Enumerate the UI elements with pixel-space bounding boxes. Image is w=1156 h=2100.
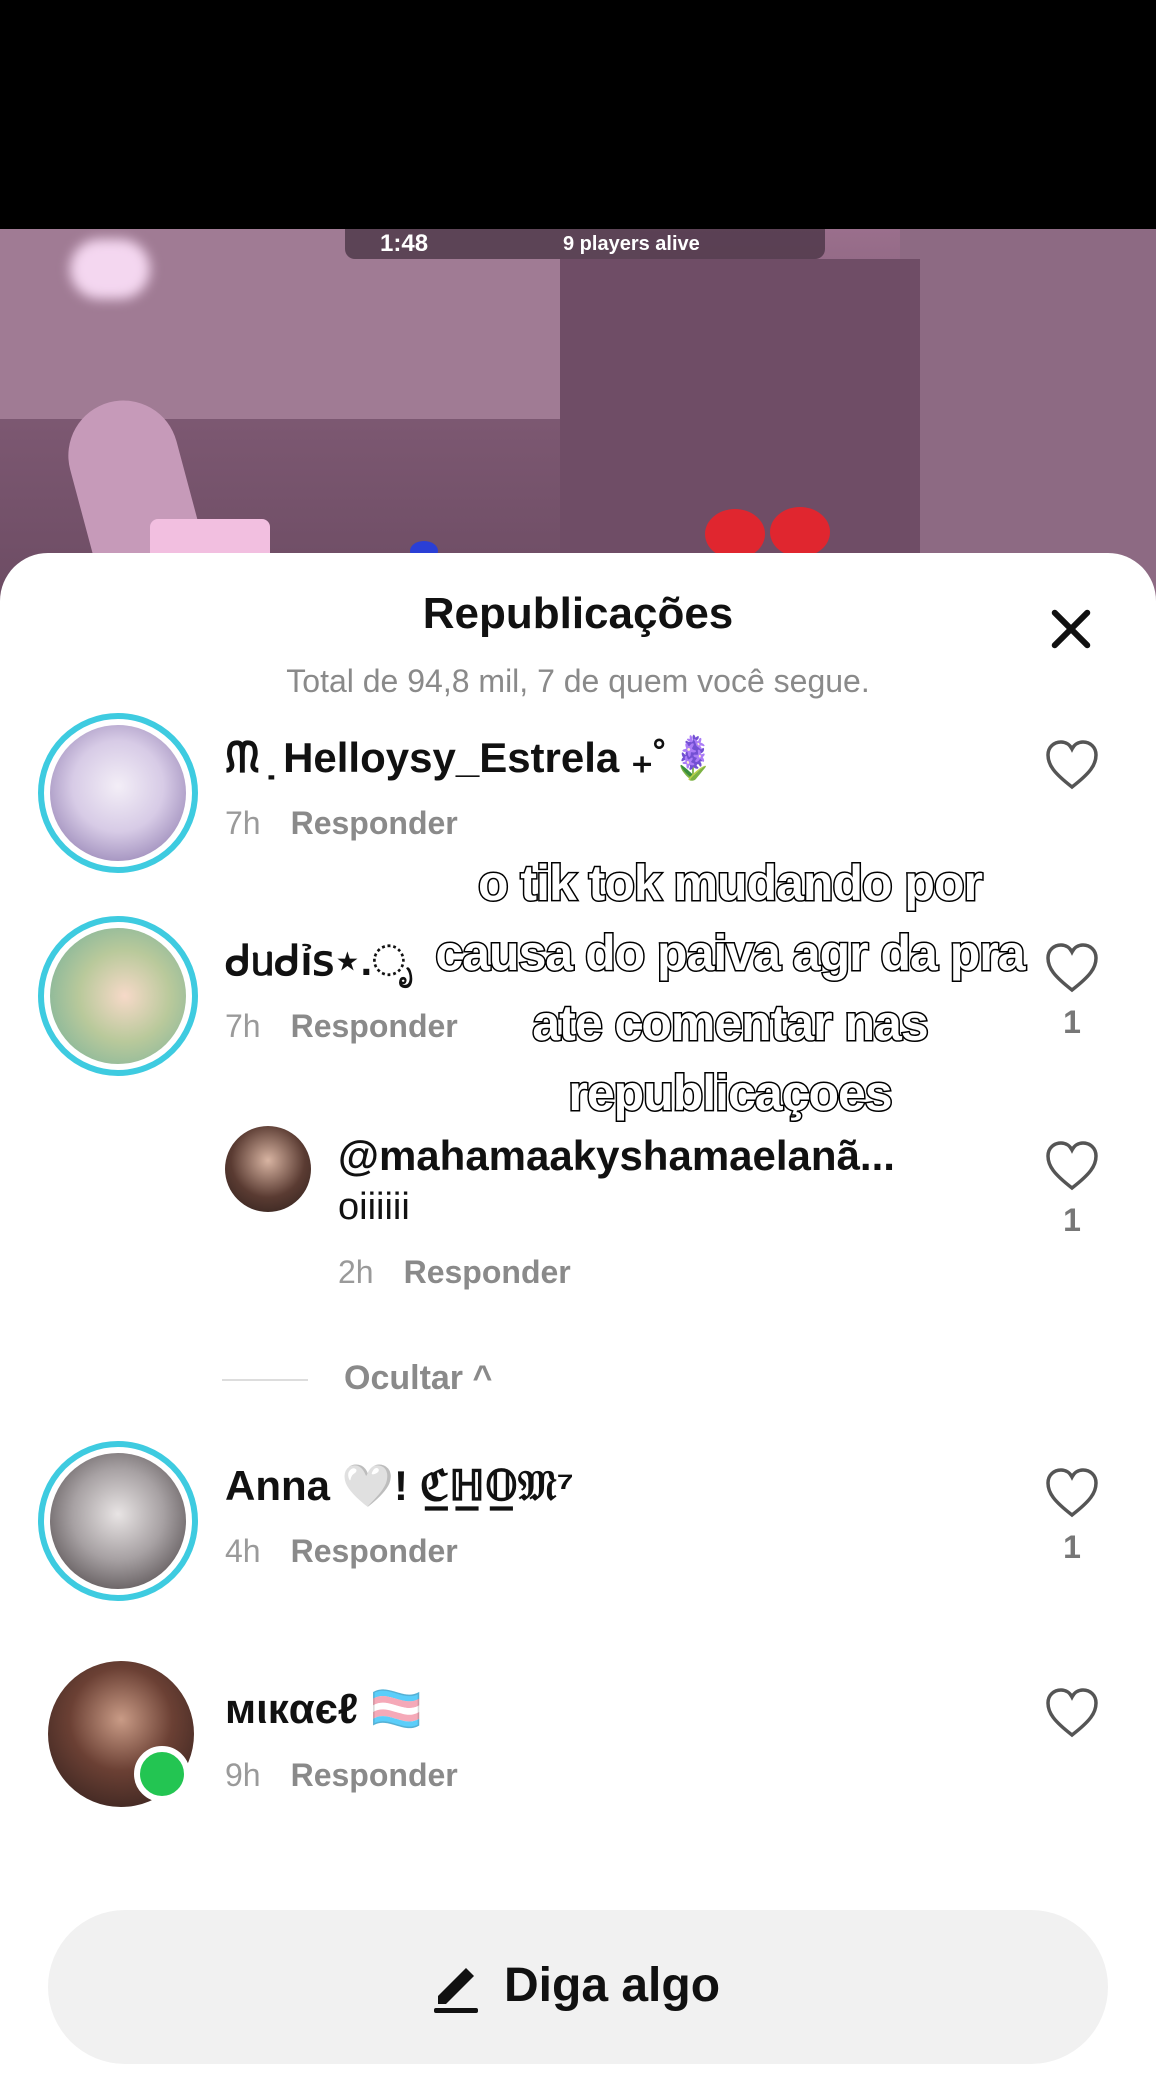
close-icon[interactable]	[1046, 605, 1094, 653]
comment-meta: 4h Responder	[225, 1533, 458, 1570]
comment-time: 4h	[225, 1533, 261, 1569]
comment-meta: 7h Responder	[225, 805, 458, 842]
reply-button[interactable]: Responder	[404, 1254, 571, 1290]
heart-icon[interactable]	[1044, 942, 1100, 994]
comment-username[interactable]: мιкαєℓ 🏳️‍⚧️	[225, 1685, 422, 1734]
video-caption-overlay: o tik tok mudando por causa do paiva agr…	[434, 854, 1027, 1123]
heart-icon[interactable]	[1044, 1140, 1100, 1192]
reposts-sheet: Republicações Total de 94,8 mil, 7 de qu…	[0, 553, 1156, 2100]
pencil-icon	[434, 1968, 478, 2013]
like-count: 1	[1063, 1529, 1081, 1565]
reply-button[interactable]: Responder	[291, 805, 458, 841]
game-timer: 1:48	[380, 230, 429, 257]
comment-username[interactable]: Anna 🤍! ℭ̲ℍ̲𝕆̲𝔐⁷	[225, 1461, 574, 1511]
reply-button[interactable]: Responder	[291, 1757, 458, 1793]
comment-input-placeholder: Diga algo	[504, 1959, 721, 2012]
like-count: 1	[1063, 1202, 1081, 1238]
comment-input[interactable]: Diga algo	[48, 1910, 1108, 2064]
sheet-title: Republicações	[422, 589, 734, 638]
comment-time: 2h	[338, 1254, 374, 1290]
top-black-bar	[0, 0, 1156, 229]
comment-username[interactable]: ᙏ ̣ Helloysy_Estrela ₊˚🪻	[225, 733, 719, 783]
like-count: 1	[1063, 1004, 1081, 1040]
comment-meta: 2h Responder	[338, 1254, 571, 1291]
online-status-badge	[134, 1746, 190, 1802]
heart-icon[interactable]	[1044, 739, 1100, 791]
avatar[interactable]	[38, 1441, 198, 1601]
sheet-subtitle: Total de 94,8 mil, 7 de quem você segue.	[286, 663, 870, 699]
avatar[interactable]	[225, 1126, 311, 1212]
reply-button[interactable]: Responder	[291, 1533, 458, 1569]
comment-time: 9h	[225, 1757, 261, 1793]
hide-replies-label[interactable]: Ocultar ^	[344, 1359, 492, 1398]
comment-username[interactable]: @mahamaakyshamaelanã...	[338, 1132, 895, 1180]
comment-time: 7h	[225, 1008, 261, 1044]
avatar[interactable]	[38, 916, 198, 1076]
comment-time: 7h	[225, 805, 261, 841]
comment-meta: 9h Responder	[225, 1757, 458, 1794]
heart-icon[interactable]	[1044, 1467, 1100, 1519]
comment-username[interactable]: ᑯᥙᑯỉ𝗌⋆.ೃ	[225, 936, 413, 986]
comment-text: oiiiiii	[338, 1186, 410, 1228]
players-alive: 9 players alive	[563, 233, 700, 255]
heart-icon[interactable]	[1044, 1687, 1100, 1739]
game-hud: 1:48 9 players alive	[345, 229, 825, 259]
avatar[interactable]	[38, 713, 198, 873]
